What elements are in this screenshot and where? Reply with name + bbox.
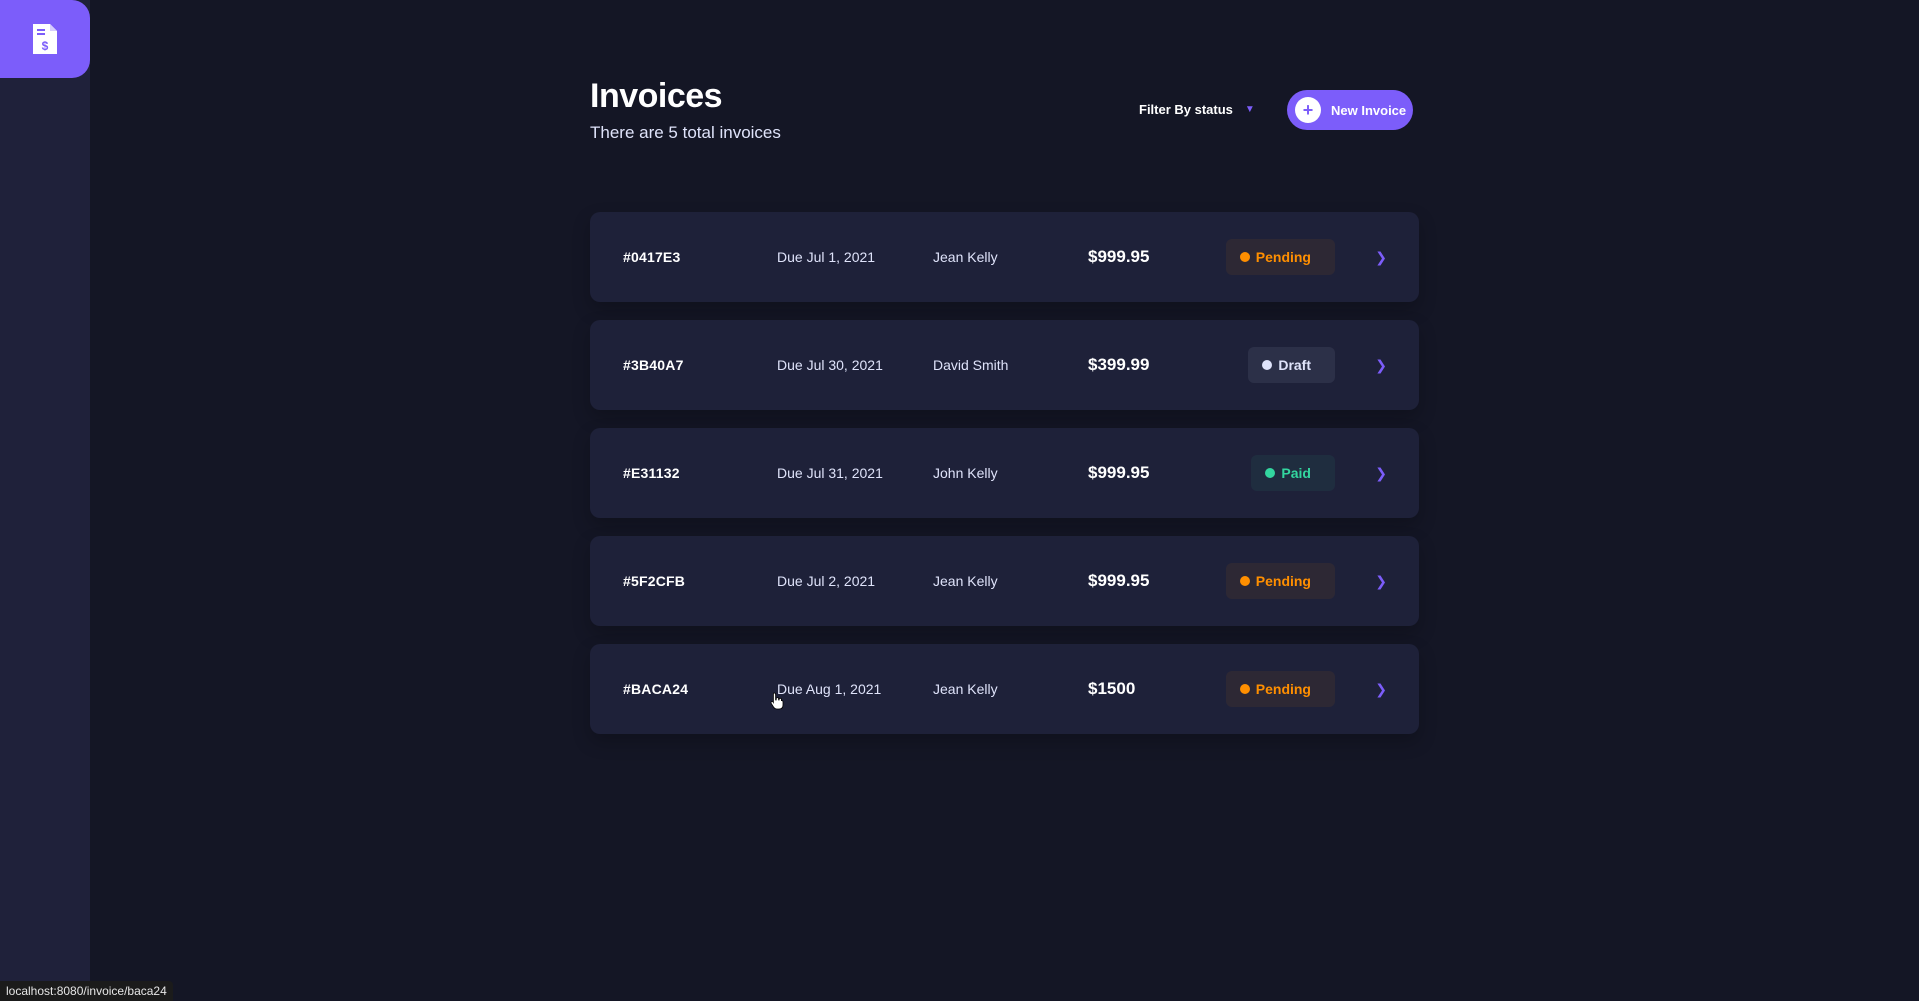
filter-dropdown[interactable]: Filter By status ▼	[1139, 98, 1255, 120]
invoice-amount: $999.95	[1088, 247, 1150, 266]
status-dot	[1239, 252, 1250, 262]
client-name: Jean Kelly	[933, 681, 998, 697]
plus-icon: +	[1295, 97, 1321, 123]
invoice-row[interactable]: #3B40A7 Due Jul 30, 2021 David Smith $39…	[590, 320, 1419, 410]
chevron-right-icon: ❯	[1375, 356, 1387, 373]
status-badge: Draft	[1248, 347, 1335, 383]
invoice-due-date: Due Jul 1, 2021	[777, 249, 876, 265]
invoice-id: #E31132	[623, 465, 680, 481]
chevron-right-icon: ❯	[1375, 572, 1387, 589]
chevron-right-icon: ❯	[1375, 248, 1387, 265]
client-name: John Kelly	[933, 465, 998, 481]
status-label: Draft	[1278, 357, 1311, 373]
status-badge: Pending	[1225, 563, 1335, 599]
status-container: Pending	[1225, 239, 1335, 275]
page-title: Invoices	[590, 77, 723, 115]
client-name: Jean Kelly	[933, 573, 998, 589]
status-container: Pending	[1225, 563, 1335, 599]
invoice-due-date: Due Jul 30, 2021	[777, 357, 883, 373]
status-dot	[1265, 468, 1276, 478]
new-invoice-button[interactable]: + New Invoice	[1287, 90, 1413, 130]
invoice-due-date: Due Aug 1, 2021	[777, 681, 882, 697]
status-label: Pending	[1255, 681, 1311, 697]
chevron-right-icon: ❯	[1375, 464, 1387, 481]
invoice-row[interactable]: #BACA24 Due Aug 1, 2021 Jean Kelly $1500…	[590, 644, 1419, 734]
invoice-amount: $999.95	[1088, 463, 1150, 482]
client-name: Jean Kelly	[933, 249, 998, 265]
invoice-list: #0417E3 Due Jul 1, 2021 Jean Kelly $999.…	[590, 212, 1419, 752]
new-invoice-label: New Invoice	[1331, 102, 1407, 118]
status-url: localhost:8080/invoice/baca24	[6, 984, 167, 998]
status-label: Pending	[1255, 573, 1311, 589]
hand-cursor-icon	[770, 692, 784, 710]
svg-text:$: $	[42, 39, 49, 53]
status-badge: Pending	[1225, 239, 1335, 275]
status-dot	[1239, 576, 1250, 586]
invoice-amount: $399.99	[1088, 355, 1150, 374]
invoices-header: Invoices There are 5 total invoices Filt…	[590, 74, 1413, 154]
invoice-id: #5F2CFB	[623, 573, 686, 589]
invoice-amount: $999.95	[1088, 571, 1150, 590]
client-name: David Smith	[933, 357, 1009, 373]
chevron-down-icon: ▼	[1244, 103, 1255, 115]
invoice-count-text: There are 5 total invoices	[590, 123, 781, 142]
chevron-right-icon: ❯	[1375, 680, 1387, 697]
browser-status-bar: localhost:8080/invoice/baca24	[0, 981, 173, 1001]
invoice-id: #BACA24	[623, 681, 689, 697]
status-label: Paid	[1281, 465, 1311, 481]
status-dot	[1239, 684, 1250, 694]
status-label: Pending	[1255, 249, 1311, 265]
status-dot	[1262, 360, 1273, 370]
invoice-dollar-icon: $	[33, 24, 57, 54]
invoice-amount: $1500	[1088, 679, 1136, 698]
invoice-row[interactable]: #5F2CFB Due Jul 2, 2021 Jean Kelly $999.…	[590, 536, 1419, 626]
filter-label: Filter By status	[1139, 101, 1233, 117]
status-badge: Pending	[1225, 671, 1335, 707]
invoice-row[interactable]: #0417E3 Due Jul 1, 2021 Jean Kelly $999.…	[590, 212, 1419, 302]
invoice-id: #0417E3	[623, 249, 681, 265]
invoice-due-date: Due Jul 2, 2021	[777, 573, 876, 589]
invoice-id: #3B40A7	[623, 357, 684, 373]
status-container: Paid	[1251, 455, 1335, 491]
status-container: Draft	[1248, 347, 1335, 383]
logo-button[interactable]: $	[0, 0, 90, 78]
invoice-row[interactable]: #E31132 Due Jul 31, 2021 John Kelly $999…	[590, 428, 1419, 518]
sidebar: $	[0, 0, 90, 1001]
app-window: $ Invoices There are 5 total invoices Fi…	[0, 0, 1919, 1001]
status-container: Pending	[1225, 671, 1335, 707]
invoice-due-date: Due Jul 31, 2021	[777, 465, 883, 481]
status-badge: Paid	[1251, 455, 1335, 491]
